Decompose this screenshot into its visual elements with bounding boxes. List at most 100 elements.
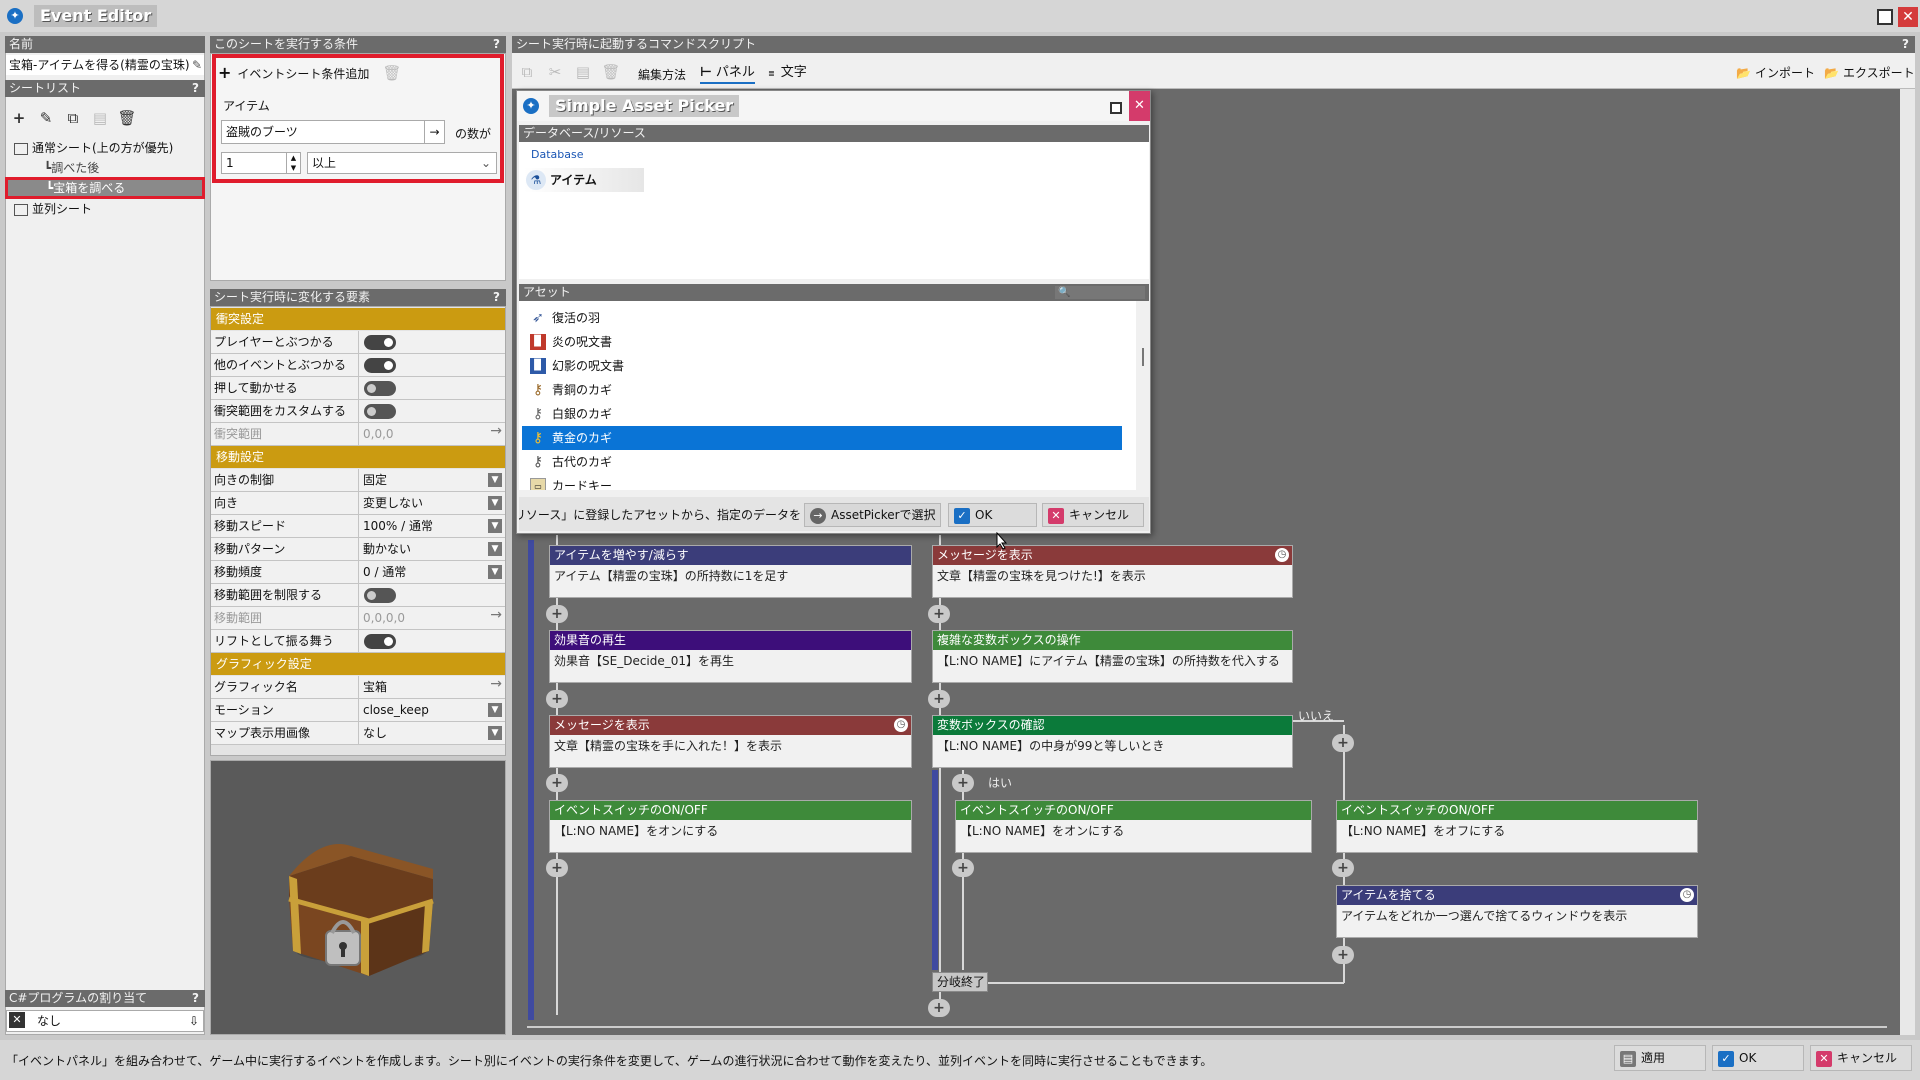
add-condition-button[interactable]: + イベントシート条件追加 <box>218 61 369 85</box>
prop-row[interactable]: プレイヤーとぶつかる <box>211 331 505 354</box>
asset-search[interactable]: 🔍 <box>1055 286 1145 299</box>
block-variable-op[interactable]: 複雑な変数ボックスの操作 【L:NO NAME】にアイテム【精霊の宝珠】の所持数… <box>932 630 1293 683</box>
delete-icon[interactable]: 🗑 <box>599 60 623 84</box>
scroll-thumb[interactable] <box>527 1026 1887 1028</box>
dropdown-icon[interactable]: ▼ <box>488 726 502 740</box>
dropdown-icon[interactable]: ▼ <box>488 519 502 533</box>
tree-item-parallel[interactable]: 並列シート <box>14 199 92 219</box>
add-command-button[interactable]: + <box>1332 859 1354 877</box>
vertical-scrollbar[interactable] <box>1900 89 1915 1035</box>
help-icon[interactable]: ? <box>493 289 500 306</box>
tree-item-selected[interactable]: ┗宝箱を調べる <box>5 177 205 199</box>
cancel-button[interactable]: ✕ キャンセル <box>1810 1045 1912 1071</box>
dropdown-icon[interactable]: ▼ <box>488 703 502 717</box>
horizontal-scrollbar[interactable] <box>512 1020 1900 1035</box>
pencil-icon[interactable]: ✎ <box>192 55 202 75</box>
copy-icon[interactable]: ⧉ <box>515 60 539 84</box>
db-item-button[interactable]: ⚗ アイテム <box>524 168 644 192</box>
prop-row[interactable]: モーション close_keep ▼ <box>211 699 505 722</box>
add-command-button[interactable]: + <box>928 605 950 623</box>
add-command-button[interactable]: + <box>546 774 568 792</box>
restore-icon[interactable] <box>1877 9 1893 25</box>
tree-item-normal[interactable]: 通常シート(上の方が優先) <box>14 138 173 158</box>
panel-mode-tab[interactable]: ⊢ パネル <box>700 62 755 84</box>
prop-row[interactable]: グラフィック名 宝箱 → <box>211 676 505 699</box>
prop-row[interactable]: 向き 変更しない ▼ <box>211 492 505 515</box>
dropdown-icon[interactable]: ▼ <box>488 473 502 487</box>
prop-row[interactable]: 移動頻度 0 / 通常 ▼ <box>211 561 505 584</box>
tree-item-after[interactable]: ┗調べた後 <box>44 158 99 178</box>
help-icon[interactable]: ? <box>192 990 199 1007</box>
prop-row[interactable]: 向きの制御 固定 ▼ <box>211 469 505 492</box>
toggle-off[interactable] <box>364 404 396 419</box>
toggle-off[interactable] <box>364 381 396 396</box>
block-message-2[interactable]: メッセージを表示 ◷ 文章【精霊の宝珠を見つけた!】を表示 <box>932 545 1293 598</box>
dropdown-icon[interactable]: ⇩ <box>189 1011 199 1031</box>
dropdown-icon[interactable]: ▼ <box>488 565 502 579</box>
close-icon[interactable]: ✕ <box>1129 91 1150 121</box>
export-button[interactable]: 📂 エクスポート <box>1824 62 1915 84</box>
dropdown-icon[interactable]: ▼ <box>488 542 502 556</box>
prop-row[interactable]: 移動スピード 100% / 通常 ▼ <box>211 515 505 538</box>
help-icon[interactable]: ? <box>1902 36 1909 53</box>
copy-sheet-icon[interactable]: ⧉ <box>61 106 85 130</box>
asset-item[interactable]: ⚷ 古代のカギ <box>530 450 1130 474</box>
arrow-right-icon[interactable]: → <box>424 121 444 143</box>
number-stepper[interactable]: 1 ▲ ▼ <box>221 152 301 174</box>
toggle-on[interactable] <box>364 634 396 649</box>
block-item-add[interactable]: アイテムを増やす/減らす アイテム【精霊の宝珠】の所持数に1を足す <box>549 545 912 598</box>
asset-item[interactable]: ▭ カードキー <box>530 474 1130 490</box>
block-message[interactable]: メッセージを表示 ◷ 文章【精霊の宝珠を手に入れた！】を表示 <box>549 715 912 768</box>
add-command-button[interactable]: + <box>1332 734 1354 752</box>
block-variable-check[interactable]: 変数ボックスの確認 【L:NO NAME】の中身が99と等しいとき <box>932 715 1293 768</box>
add-command-button[interactable]: + <box>546 690 568 708</box>
prop-row[interactable]: 移動パターン 動かない ▼ <box>211 538 505 561</box>
prop-row[interactable]: 移動範囲を制限する <box>211 584 505 607</box>
asset-scrollbar[interactable] <box>1136 301 1149 490</box>
dropdown-icon[interactable]: ▼ <box>488 496 502 510</box>
prop-row[interactable]: リフトとして振る舞う <box>211 630 505 653</box>
asset-item[interactable]: ➶ 復活の羽 <box>530 306 1130 330</box>
compare-select[interactable]: 以上 ⌄ <box>307 152 497 174</box>
add-command-button[interactable]: + <box>928 999 950 1017</box>
block-sound[interactable]: 効果音の再生 効果音【SE_Decide_01】を再生 <box>549 630 912 683</box>
text-mode-tab[interactable]: ≣ 文字 <box>768 62 807 84</box>
add-command-button[interactable]: + <box>952 859 974 877</box>
prop-row[interactable]: 他のイベントとぶつかる <box>211 354 505 377</box>
block-switch-yes[interactable]: イベントスイッチのON/OFF 【L:NO NAME】をオンにする <box>955 800 1312 853</box>
add-command-button[interactable]: + <box>1332 946 1354 964</box>
restore-icon[interactable] <box>1110 102 1122 114</box>
add-command-button[interactable]: + <box>546 859 568 877</box>
picker-cancel-button[interactable]: ✕ キャンセル <box>1042 503 1144 527</box>
stepper-icon[interactable]: ▲ ▼ <box>286 153 300 173</box>
add-command-button[interactable]: + <box>952 774 974 792</box>
asset-item[interactable]: ▉ 炎の呪文書 <box>530 330 1130 354</box>
add-command-button[interactable]: + <box>928 690 950 708</box>
cut-icon[interactable]: ✂ <box>543 60 567 84</box>
help-icon[interactable]: ? <box>192 80 199 97</box>
close-icon[interactable]: ✕ <box>1898 7 1918 27</box>
toggle-off[interactable] <box>364 588 396 603</box>
apply-button[interactable]: ▤ 適用 <box>1614 1045 1706 1071</box>
arrow-right-icon[interactable]: → <box>490 676 502 692</box>
scroll-thumb[interactable] <box>1142 348 1144 366</box>
paste-icon[interactable]: ▤ <box>571 60 595 84</box>
name-field[interactable]: 宝箱-アイテムを得る(精霊の宝珠) ✎ <box>6 55 204 75</box>
prop-row[interactable]: 押して動かせる <box>211 377 505 400</box>
delete-sheet-icon[interactable]: 🗑 <box>115 106 139 130</box>
prop-row[interactable]: マップ表示用画像 なし ▼ <box>211 722 505 745</box>
edit-sheet-icon[interactable]: ✎ <box>34 106 58 130</box>
item-select-field[interactable]: 盗賊のブーツ → <box>221 120 445 144</box>
block-discard-item[interactable]: アイテムを捨てる ◷ アイテムをどれか一つ選んで捨てるウィンドウを表示 <box>1336 885 1698 938</box>
ok-button[interactable]: ✓ OK <box>1712 1045 1804 1071</box>
prop-row[interactable]: 衝突範囲をカスタムする <box>211 400 505 423</box>
asset-item-selected[interactable]: ⚷ 黄金のカギ <box>522 426 1122 450</box>
import-button[interactable]: 📂 インポート <box>1736 62 1815 84</box>
help-icon[interactable]: ? <box>493 36 500 53</box>
paste-sheet-icon[interactable]: ▤ <box>88 106 112 130</box>
asset-item[interactable]: ▉ 幻影の呪文書 <box>530 354 1130 378</box>
assetpicker-select-button[interactable]: → AssetPickerで選択 <box>804 503 941 527</box>
picker-ok-button[interactable]: ✓ OK <box>948 503 1037 527</box>
block-switch[interactable]: イベントスイッチのON/OFF 【L:NO NAME】をオンにする <box>549 800 912 853</box>
add-command-button[interactable]: + <box>546 605 568 623</box>
